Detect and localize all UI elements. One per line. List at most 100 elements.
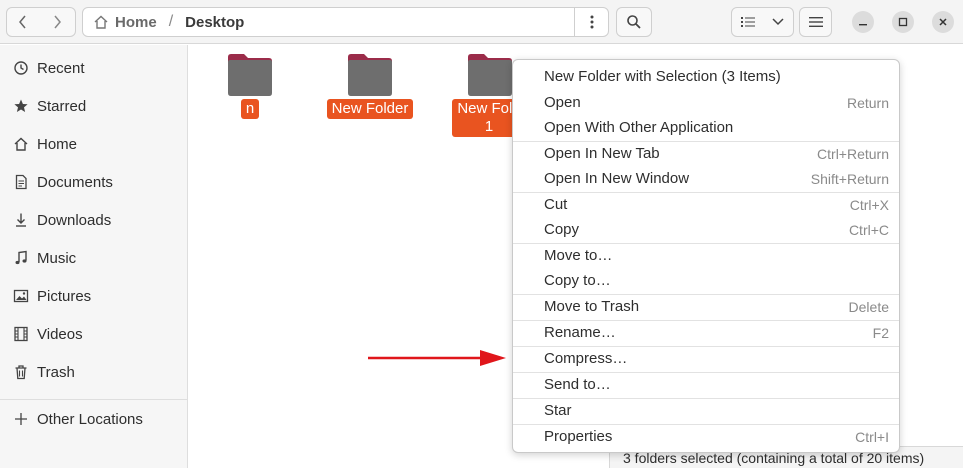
- hamburger-menu-icon: [808, 17, 823, 27]
- sidebar-item-starred[interactable]: Starred: [0, 89, 187, 123]
- sidebar-divider: [0, 399, 187, 400]
- sidebar-item-label: Trash: [37, 363, 75, 381]
- close-icon: [939, 18, 947, 26]
- folder-icon: [228, 54, 272, 96]
- music-note-icon: [12, 249, 30, 267]
- clock-icon: [12, 59, 30, 77]
- picture-icon: [12, 287, 30, 305]
- sidebar-item-music[interactable]: Music: [0, 241, 187, 275]
- main-menu-button[interactable]: [799, 7, 832, 37]
- chevron-right-icon: [53, 15, 61, 29]
- header-bar: Home / Desktop: [0, 0, 963, 44]
- home-icon: [12, 135, 30, 153]
- folder-icon: [348, 54, 392, 96]
- menu-item-properties[interactable]: Properties Ctrl+I: [513, 424, 899, 449]
- sidebar-item-label: Documents: [37, 173, 113, 191]
- menu-item-shortcut: Ctrl+I: [855, 428, 889, 445]
- sidebar-item-other-locations[interactable]: Other Locations: [0, 402, 187, 436]
- sidebar-item-pictures[interactable]: Pictures: [0, 279, 187, 313]
- document-icon: [12, 173, 30, 191]
- folder-item[interactable]: New Folder: [320, 53, 420, 119]
- menu-item-label: Send to…: [544, 376, 611, 393]
- sidebar-item-videos[interactable]: Videos: [0, 317, 187, 351]
- sidebar-item-recent[interactable]: Recent: [0, 51, 187, 85]
- menu-item-shortcut: Delete: [848, 298, 889, 315]
- menu-item-label: New Folder with Selection (3 Items): [544, 68, 781, 85]
- sidebar-item-label: Downloads: [37, 211, 112, 229]
- menu-item-label: Star: [544, 402, 572, 419]
- menu-item-label: Move to…: [544, 247, 613, 264]
- sidebar-item-label: Home: [37, 135, 78, 153]
- search-button[interactable]: [616, 7, 652, 37]
- menu-item-label: Open: [544, 94, 581, 111]
- menu-item-compress[interactable]: Compress…: [513, 346, 899, 371]
- maximize-button[interactable]: [892, 11, 914, 33]
- context-menu: New Folder with Selection (3 Items) Open…: [512, 59, 900, 453]
- sidebar-item-label: Videos: [37, 325, 83, 343]
- vertical-dots-icon: [590, 15, 593, 29]
- minimize-button[interactable]: [852, 11, 874, 33]
- menu-item-shortcut: F2: [872, 324, 889, 341]
- menu-item-send-to[interactable]: Send to…: [513, 372, 899, 397]
- menu-item-open[interactable]: Open Return: [513, 90, 899, 115]
- trash-icon: [12, 363, 30, 381]
- menu-item-rename[interactable]: Rename… F2: [513, 320, 899, 345]
- menu-item-move-to-trash[interactable]: Move to Trash Delete: [513, 294, 899, 319]
- maximize-icon: [898, 17, 908, 27]
- folder-label: n: [240, 99, 260, 119]
- view-options-button[interactable]: [763, 7, 794, 37]
- path-separator: /: [168, 13, 174, 30]
- search-icon: [627, 15, 641, 29]
- sidebar-item-label: Pictures: [37, 287, 92, 305]
- chevron-down-icon: [772, 18, 784, 26]
- sidebar-item-home[interactable]: Home: [0, 127, 187, 161]
- menu-item-label: Rename…: [544, 324, 616, 341]
- sidebar-item-documents[interactable]: Documents: [0, 165, 187, 199]
- home-icon: [94, 15, 108, 29]
- menu-item-star[interactable]: Star: [513, 398, 899, 423]
- path-current[interactable]: Desktop: [185, 14, 244, 31]
- menu-item-label: Copy to…: [544, 272, 611, 289]
- list-view-icon: [740, 17, 755, 27]
- sidebar-item-label: Other Locations: [37, 410, 143, 428]
- menu-item-shortcut: Shift+Return: [810, 170, 889, 187]
- download-icon: [12, 211, 30, 229]
- menu-item-label: Copy: [544, 221, 580, 238]
- path-home[interactable]: Home: [83, 8, 157, 36]
- menu-item-open-in-new-tab[interactable]: Open In New Tab Ctrl+Return: [513, 141, 899, 166]
- folder-label: New Folder: [326, 99, 414, 119]
- path-home-label: Home: [115, 13, 157, 31]
- menu-item-copy-to[interactable]: Copy to…: [513, 268, 899, 293]
- sidebar-item-downloads[interactable]: Downloads: [0, 203, 187, 237]
- menu-item-cut[interactable]: Cut Ctrl+X: [513, 192, 899, 217]
- sidebar-item-trash[interactable]: Trash: [0, 355, 187, 389]
- minimize-icon: [859, 24, 867, 26]
- sidebar-item-label: Recent: [37, 59, 85, 77]
- menu-item-move-to[interactable]: Move to…: [513, 243, 899, 268]
- menu-item-new-folder-with-selection[interactable]: New Folder with Selection (3 Items): [513, 64, 899, 89]
- list-view-button[interactable]: [731, 7, 764, 37]
- folder-label-line: 1: [484, 118, 494, 135]
- menu-item-label: Cut: [544, 196, 568, 213]
- sidebar-item-label: Starred: [37, 97, 87, 115]
- sidebar-item-label: Music: [37, 249, 77, 267]
- menu-item-open-with-other-application[interactable]: Open With Other Application: [513, 115, 899, 140]
- menu-item-shortcut: Ctrl+C: [848, 221, 889, 238]
- menu-item-open-in-new-window[interactable]: Open In New Window Shift+Return: [513, 166, 899, 191]
- plus-icon: [12, 410, 30, 428]
- menu-item-label: Open With Other Application: [544, 119, 734, 136]
- path-menu-button[interactable]: [574, 8, 608, 36]
- close-button[interactable]: [932, 11, 954, 33]
- annotation-arrow-icon: [368, 350, 506, 366]
- menu-item-copy[interactable]: Copy Ctrl+C: [513, 217, 899, 242]
- menu-item-label: Compress…: [544, 350, 628, 367]
- menu-item-label: Properties: [544, 428, 613, 445]
- sidebar: Recent Starred Home Documents Downloads …: [0, 45, 188, 468]
- menu-item-shortcut: Return: [846, 94, 889, 111]
- menu-item-shortcut: Ctrl+X: [849, 196, 889, 213]
- forward-button[interactable]: [38, 7, 76, 37]
- film-icon: [12, 325, 30, 343]
- chevron-left-icon: [18, 15, 26, 29]
- back-button[interactable]: [6, 7, 39, 37]
- folder-item[interactable]: n: [200, 53, 300, 119]
